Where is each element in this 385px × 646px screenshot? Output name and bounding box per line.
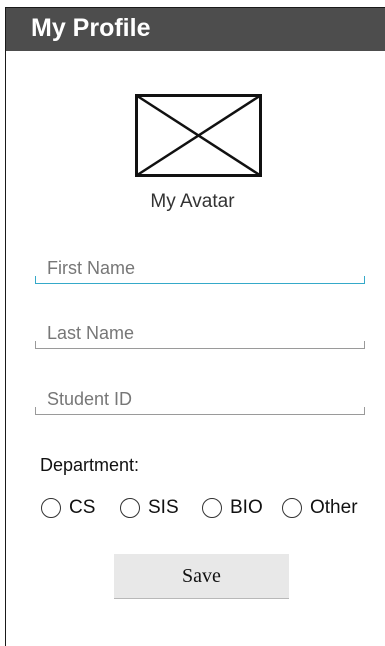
radio-label: CS [69, 497, 96, 518]
avatar-image-placeholder-icon[interactable] [135, 94, 262, 177]
radio-label: SIS [148, 497, 179, 518]
radio-bio[interactable]: BIO [202, 496, 263, 520]
last-name-field[interactable] [35, 317, 365, 349]
avatar-label: My Avatar [150, 191, 235, 212]
department-label: Department: [40, 455, 140, 475]
last-name-underline [35, 341, 365, 349]
student-id-field[interactable] [35, 383, 365, 415]
radio-circle[interactable] [282, 498, 302, 518]
radio-circle[interactable] [120, 498, 140, 518]
radio-label: BIO [230, 497, 263, 518]
student-id-underline [35, 407, 365, 415]
radio-circle[interactable] [41, 498, 61, 518]
radio-other[interactable]: Other [282, 496, 358, 520]
page-title: My Profile [31, 14, 151, 42]
app-header: My Profile [6, 8, 385, 51]
first-name-field[interactable] [35, 252, 365, 284]
first-name-underline [35, 276, 365, 284]
radio-circle[interactable] [202, 498, 222, 518]
radio-label: Other [310, 497, 358, 518]
radio-sis[interactable]: SIS [120, 496, 179, 520]
radio-cs[interactable]: CS [41, 496, 95, 520]
save-button[interactable]: Save [114, 554, 289, 599]
